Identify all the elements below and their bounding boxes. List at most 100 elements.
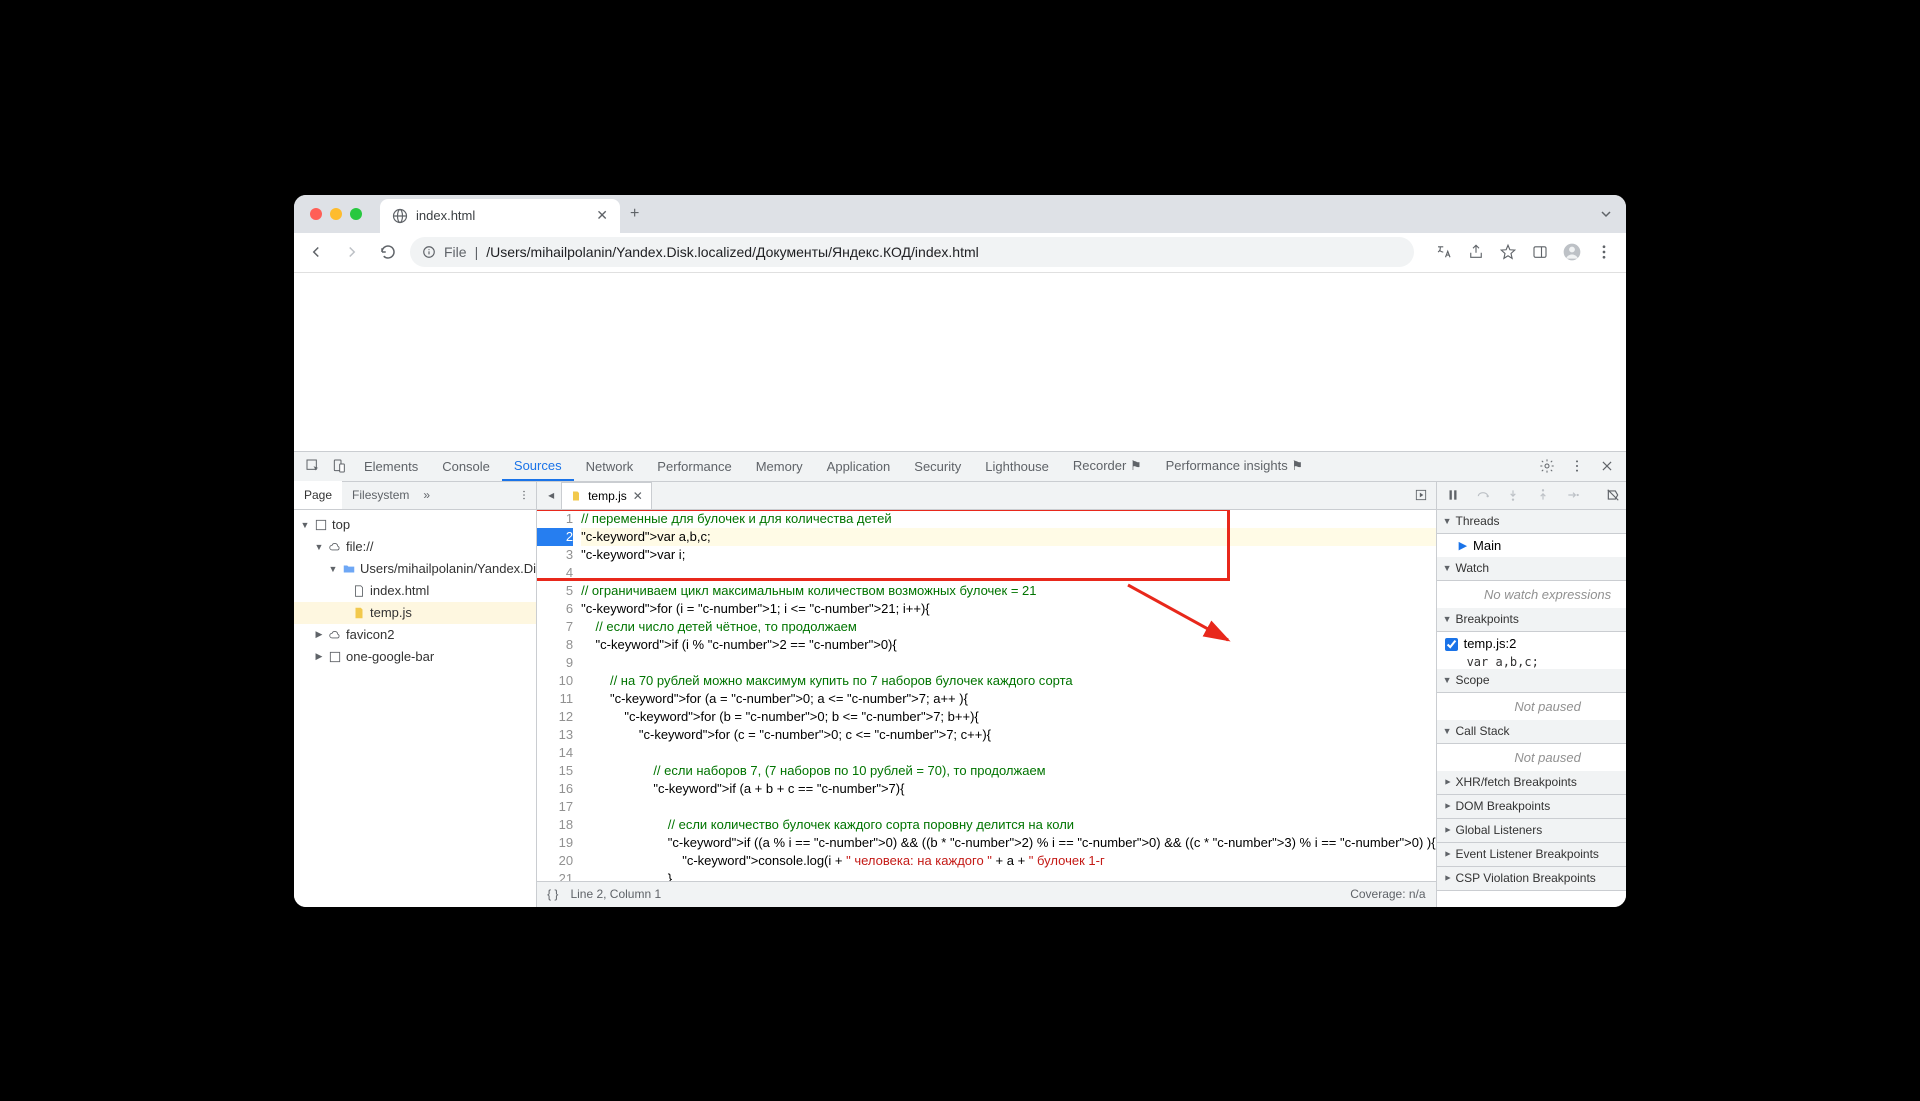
folder-icon <box>342 562 356 576</box>
tree-file-temp[interactable]: temp.js <box>294 602 536 624</box>
more-icon[interactable] <box>1564 458 1590 474</box>
editor-status-bar: { } Line 2, Column 1 Coverage: n/a <box>537 881 1436 907</box>
tab-application[interactable]: Application <box>815 451 903 481</box>
close-window[interactable] <box>310 208 322 220</box>
step-over-icon[interactable] <box>1473 485 1493 505</box>
section-threads[interactable]: ▼Threads <box>1437 510 1626 534</box>
inspect-icon[interactable] <box>300 458 326 474</box>
minimize-window[interactable] <box>330 208 342 220</box>
frame-icon <box>314 518 328 532</box>
deactivate-bp-icon[interactable] <box>1603 485 1623 505</box>
menu-icon[interactable] <box>1590 238 1618 266</box>
left-tabs-more-icon[interactable]: » <box>423 488 430 502</box>
tab-elements[interactable]: Elements <box>352 451 430 481</box>
reload-button[interactable] <box>374 238 402 266</box>
tree-file-origin[interactable]: ▼file:// <box>294 536 536 558</box>
section-csp[interactable]: ▼CSP Violation Breakpoints <box>1437 867 1626 891</box>
tab-perf-insights[interactable]: Performance insights ⚑ <box>1154 451 1315 481</box>
callstack-empty: Not paused <box>1437 744 1626 771</box>
cloud-icon <box>328 540 342 554</box>
file-icon <box>352 584 366 598</box>
share-icon[interactable] <box>1462 238 1490 266</box>
tree-folder[interactable]: ▼Users/mihailpolanin/Yandex.Di <box>294 558 536 580</box>
breakpoint-checkbox[interactable] <box>1445 638 1458 651</box>
tab-bar: index.html ✕ + <box>294 195 1626 233</box>
section-event[interactable]: ▼Event Listener Breakpoints <box>1437 843 1626 867</box>
thread-main[interactable]: ▶Main <box>1437 534 1626 557</box>
left-tab-page[interactable]: Page <box>294 481 342 509</box>
browser-tab[interactable]: index.html ✕ <box>380 199 620 233</box>
address-bar: File | /Users/mihailpolanin/Yandex.Disk.… <box>294 233 1626 273</box>
sources-navigator: Page Filesystem » ▼top ▼file:// ▼Users/m… <box>294 482 537 907</box>
left-tab-filesystem[interactable]: Filesystem <box>342 481 419 509</box>
watch-empty: No watch expressions <box>1437 581 1626 608</box>
back-button[interactable] <box>302 238 330 266</box>
cloud-icon <box>328 628 342 642</box>
js-file-icon <box>570 490 582 502</box>
code-area[interactable]: 1234567891011121314151617181920212223242… <box>537 510 1436 881</box>
profile-icon[interactable] <box>1558 238 1586 266</box>
device-icon[interactable] <box>326 458 352 474</box>
file-tab-temp[interactable]: temp.js ✕ <box>561 482 652 509</box>
bookmark-icon[interactable] <box>1494 238 1522 266</box>
tab-memory[interactable]: Memory <box>744 451 815 481</box>
close-tab-icon[interactable]: ✕ <box>596 207 608 224</box>
info-icon <box>422 245 436 259</box>
section-scope[interactable]: ▼Scope <box>1437 669 1626 693</box>
coverage-status: Coverage: n/a <box>1350 887 1425 901</box>
nav-prev-icon[interactable]: ◂ <box>541 488 561 502</box>
devtools-tabs: Elements Console Sources Network Perform… <box>294 452 1626 482</box>
tab-console[interactable]: Console <box>430 451 502 481</box>
tab-title: index.html <box>416 208 475 223</box>
section-global[interactable]: ▼Global Listeners <box>1437 819 1626 843</box>
debug-toolbar <box>1437 482 1626 510</box>
section-breakpoints[interactable]: ▼Breakpoints <box>1437 608 1626 632</box>
browser-window: index.html ✕ + File | /Users/mihailpolan… <box>294 195 1626 907</box>
close-file-icon[interactable]: ✕ <box>633 489 643 503</box>
step-out-icon[interactable] <box>1533 485 1553 505</box>
js-file-icon <box>352 606 366 620</box>
section-callstack[interactable]: ▼Call Stack <box>1437 720 1626 744</box>
tree-favicon[interactable]: ▶favicon2 <box>294 624 536 646</box>
tab-sources[interactable]: Sources <box>502 451 574 481</box>
tab-lighthouse[interactable]: Lighthouse <box>973 451 1061 481</box>
tree-onegoogle[interactable]: ▶one-google-bar <box>294 646 536 668</box>
file-tree: ▼top ▼file:// ▼Users/mihailpolanin/Yande… <box>294 510 536 907</box>
url-scheme: File <box>444 244 467 260</box>
run-snippet-icon[interactable] <box>1414 488 1428 502</box>
sidepanel-icon[interactable] <box>1526 238 1554 266</box>
tree-top[interactable]: ▼top <box>294 514 536 536</box>
section-dom[interactable]: ▼DOM Breakpoints <box>1437 795 1626 819</box>
step-icon[interactable] <box>1563 485 1583 505</box>
format-icon[interactable]: { } <box>547 887 558 901</box>
maximize-window[interactable] <box>350 208 362 220</box>
traffic-lights <box>310 208 362 220</box>
globe-icon <box>392 208 408 224</box>
address-bar-actions <box>1430 238 1618 266</box>
step-into-icon[interactable] <box>1503 485 1523 505</box>
breakpoint-item[interactable]: temp.js:2 <box>1437 632 1626 655</box>
url-input[interactable]: File | /Users/mihailpolanin/Yandex.Disk.… <box>410 237 1414 267</box>
section-xhr[interactable]: ▼XHR/fetch Breakpoints <box>1437 771 1626 795</box>
tab-security[interactable]: Security <box>902 451 973 481</box>
pause-icon[interactable] <box>1443 485 1463 505</box>
close-devtools-icon[interactable] <box>1594 459 1620 473</box>
code-editor: ◂ temp.js ✕ 1234567891011121314151617181… <box>537 482 1437 907</box>
url-path: /Users/mihailpolanin/Yandex.Disk.localiz… <box>486 244 979 260</box>
forward-button[interactable] <box>338 238 366 266</box>
tree-file-index[interactable]: index.html <box>294 580 536 602</box>
new-tab-button[interactable]: + <box>620 205 649 223</box>
tab-recorder[interactable]: Recorder ⚑ <box>1061 451 1154 481</box>
tab-network[interactable]: Network <box>574 451 646 481</box>
tabs-dropdown-icon[interactable] <box>1600 208 1612 220</box>
tab-performance[interactable]: Performance <box>645 451 743 481</box>
section-watch[interactable]: ▼Watch +⟳ <box>1437 557 1626 581</box>
devtools: Elements Console Sources Network Perform… <box>294 451 1626 907</box>
translate-icon[interactable] <box>1430 238 1458 266</box>
left-tabs-menu-icon[interactable] <box>518 489 530 501</box>
scope-empty: Not paused <box>1437 693 1626 720</box>
page-content <box>294 273 1626 451</box>
frame-icon <box>328 650 342 664</box>
cursor-position: Line 2, Column 1 <box>570 887 661 901</box>
settings-icon[interactable] <box>1534 458 1560 474</box>
